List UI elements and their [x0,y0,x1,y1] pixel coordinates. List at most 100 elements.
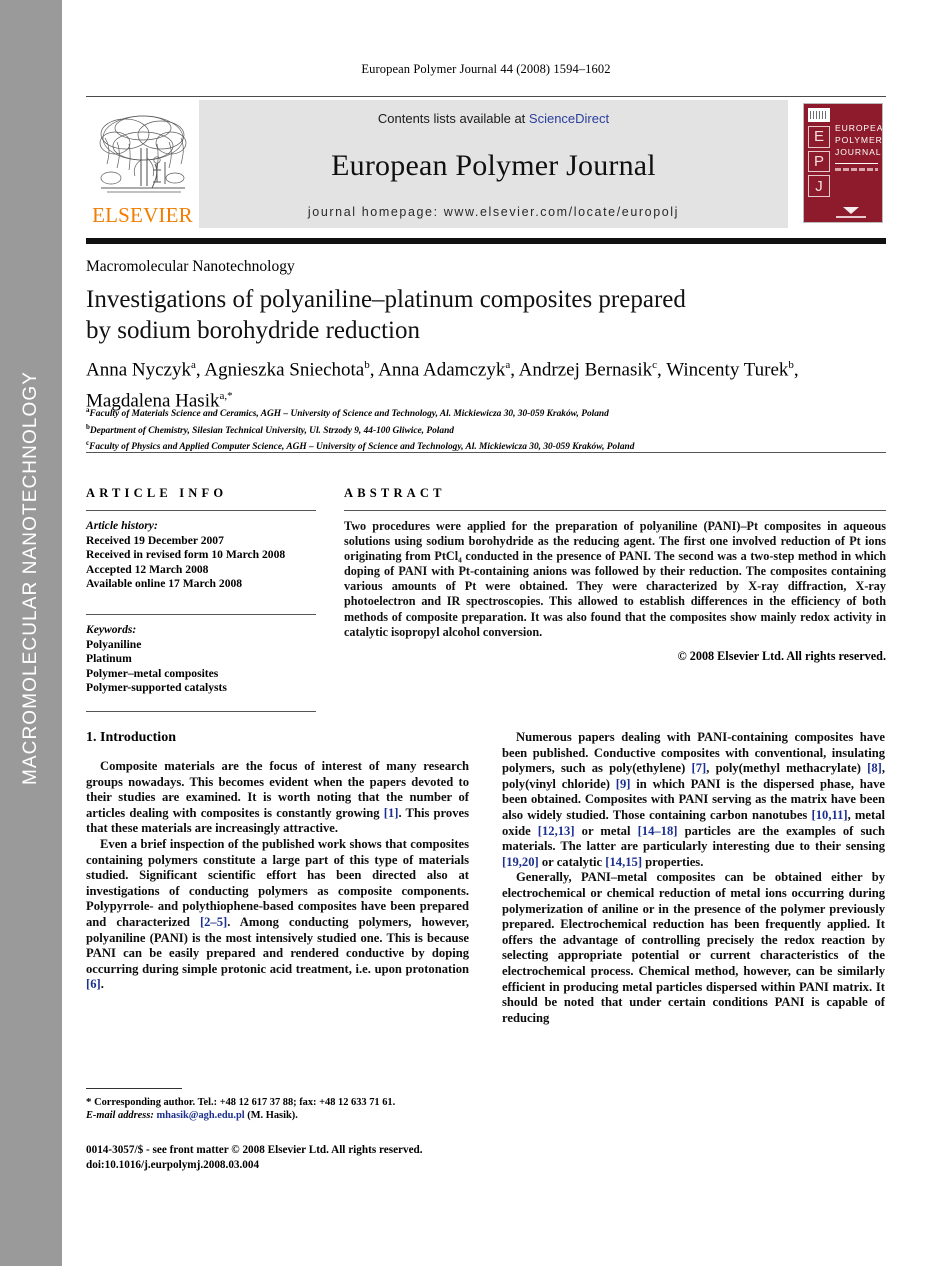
contents-prefix: Contents lists available at [377,111,529,126]
masthead-center-panel: Contents lists available at ScienceDirec… [199,100,788,228]
sidebar-rotated-label: MACROMOLECULAR NANOTECHNOLOGY [20,370,41,786]
footnote-rule [86,1088,182,1089]
author-name: Anna Nyczyk [86,359,191,381]
keyword-item: Platinum [86,652,132,666]
author-affil-marker: a [191,359,196,371]
cover-rule [835,163,878,164]
citation-ref[interactable]: [6] [86,977,101,991]
sciencedirect-link[interactable]: ScienceDirect [529,111,609,126]
citation-ref[interactable]: [7] [692,761,707,775]
journal-masthead: ELSEVIER Contents lists available at Sci… [86,96,886,231]
article-history-item: Received in revised form 10 March 2008 [86,548,286,562]
author-name: Anna Adamczyk [378,359,506,381]
affiliation-item: aFaculty of Materials Science and Cerami… [86,404,886,421]
citation-ref[interactable]: [14,15] [605,855,642,869]
journal-cover-thumbnail: E P J EUROPEAN POLYMER JOURNAL [800,100,886,228]
article-title-line-2: by sodium borohydride reduction [86,317,420,344]
page-title: Investigations of polyaniline–platinum c… [86,284,886,346]
article-title-line-1: Investigations of polyaniline–platinum c… [86,286,686,313]
author-affil-marker: b [788,359,794,371]
keyword-item: Polyaniline [86,637,142,651]
abstract-text: Two procedures were applied for the prep… [344,519,886,639]
abstract-column: ABSTRACT Two procedures were applied for… [344,486,886,712]
masthead-top-rule [86,96,886,97]
issn-copyright-line: 0014-3057/$ - see front matter © 2008 El… [86,1144,423,1156]
affiliation-text: Department of Chemistry, Silesian Techni… [89,425,454,436]
journal-cover-art: E P J EUROPEAN POLYMER JOURNAL [803,103,883,223]
article-history-label: Article history: [86,519,158,532]
citation-ref[interactable]: [19,20] [502,855,539,869]
author-affil-marker: c [652,359,658,371]
abstract-rule-top [344,510,886,511]
author-line-1: Anna Nyczyka, Agnieszka Sniechotab, Anna… [86,359,799,381]
citation-ref[interactable]: [10,11] [812,808,848,822]
article-history-item: Available online 17 March 2008 [86,577,243,591]
citation-ref[interactable]: [12,13] [538,824,575,838]
keywords-rule-bottom [86,710,316,712]
keyword-item: Polymer-supported catalysts [86,681,227,695]
footnote-block: * Corresponding author. Tel.: +48 12 617… [86,1088,469,1123]
cover-title-line-2: POLYMER [835,135,883,145]
cover-title-block: EUROPEAN POLYMER JOURNAL [835,122,883,171]
citation-ref[interactable]: [8] [867,761,882,775]
running-head: European Polymer Journal 44 (2008) 1594–… [361,62,611,76]
journal-title: European Polymer Journal [331,148,656,182]
keywords-rule-top [86,613,316,615]
author-affil-marker: a [505,359,511,371]
citation-ref[interactable]: [9] [616,777,631,791]
footnote-marker: * [86,1096,92,1108]
affiliation-item: bDepartment of Chemistry, Silesian Techn… [86,421,886,438]
email-link[interactable]: mhasik@agh.edu.pl [156,1110,244,1121]
body-paragraph: Generally, PANI–metal composites can be … [502,870,885,1025]
author-affil-marker: a,* [219,390,233,403]
cover-letter-p: P [808,150,830,173]
cover-letter-column: E P J [808,108,830,200]
body-column-right: Numerous papers dealing with PANI-contai… [502,730,885,1026]
keyword-item: Polymer–metal composites [86,666,219,680]
article-info-rule-top [86,510,316,511]
cover-title-line-3: JOURNAL [835,147,882,157]
elsevier-logo: ELSEVIER [86,100,199,228]
cover-elsevier-mark-icon [808,108,830,122]
citation-ref[interactable]: [2–5] [200,915,227,929]
keywords-block: Keywords: Polyaniline Platinum Polymer–m… [86,623,316,696]
email-label: E-mail address: [86,1110,154,1122]
keywords-label: Keywords: [86,622,137,636]
page-content: European Polymer Journal 44 (2008) 1594–… [62,0,935,1266]
body-two-columns: 1. Introduction Composite materials are … [86,730,886,1026]
author-name: Agnieszka Sniechota [204,359,365,381]
elsevier-tree-icon [99,115,186,193]
cover-subtitle-placeholder [835,168,878,171]
elsevier-wordmark: ELSEVIER [92,203,193,227]
footnote-text: * Corresponding author. Tel.: +48 12 617… [86,1096,469,1123]
sidebar-rotated-label-wrap: MACROMOLECULAR NANOTECHNOLOGY [0,0,62,1266]
article-history-item: Received 19 December 2007 [86,533,224,547]
doi-line: doi:10.1016/j.eurpolymj.2008.03.004 [86,1158,260,1171]
author-affil-marker: b [364,359,370,371]
body-column-left: 1. Introduction Composite materials are … [86,730,469,1026]
cover-title-line-1: EUROPEAN [835,123,883,133]
cover-letter-e: E [808,126,830,148]
macromolecular-nanotechnology-sidebar: MACROMOLECULAR NANOTECHNOLOGY [0,0,62,1266]
citation-ref[interactable]: [1] [384,806,399,820]
affiliation-text: Faculty of Materials Science and Ceramic… [89,409,609,420]
email-owner: (M. Hasik). [247,1110,298,1122]
section-divider-bar [86,238,886,244]
author-name: Wincenty Turek [666,359,789,381]
affiliation-list: aFaculty of Materials Science and Cerami… [86,404,886,454]
article-info-column: ARTICLE INFO Article history: Received 1… [86,486,316,712]
body-paragraph: Numerous papers dealing with PANI-contai… [502,730,885,869]
abstract-heading: ABSTRACT [344,486,446,500]
abstract-copyright: © 2008 Elsevier Ltd. All rights reserved… [677,648,886,663]
cover-publisher-mark-icon [826,207,876,218]
body-paragraph: Composite materials are the focus of int… [86,759,469,836]
article-history-block: Article history: Received 19 December 20… [86,519,316,592]
author-name: Andrzej Bernasik [518,359,653,381]
journal-homepage-line[interactable]: journal homepage: www.elsevier.com/locat… [308,205,679,219]
corresponding-author-note: Corresponding author. Tel.: +48 12 617 3… [94,1097,396,1108]
cover-letter-j: J [808,175,830,198]
masthead-inner: ELSEVIER Contents lists available at Sci… [86,100,886,228]
affiliation-bottom-rule [86,452,886,453]
info-abstract-region: ARTICLE INFO Article history: Received 1… [86,486,886,712]
citation-ref[interactable]: [14–18] [638,824,678,838]
